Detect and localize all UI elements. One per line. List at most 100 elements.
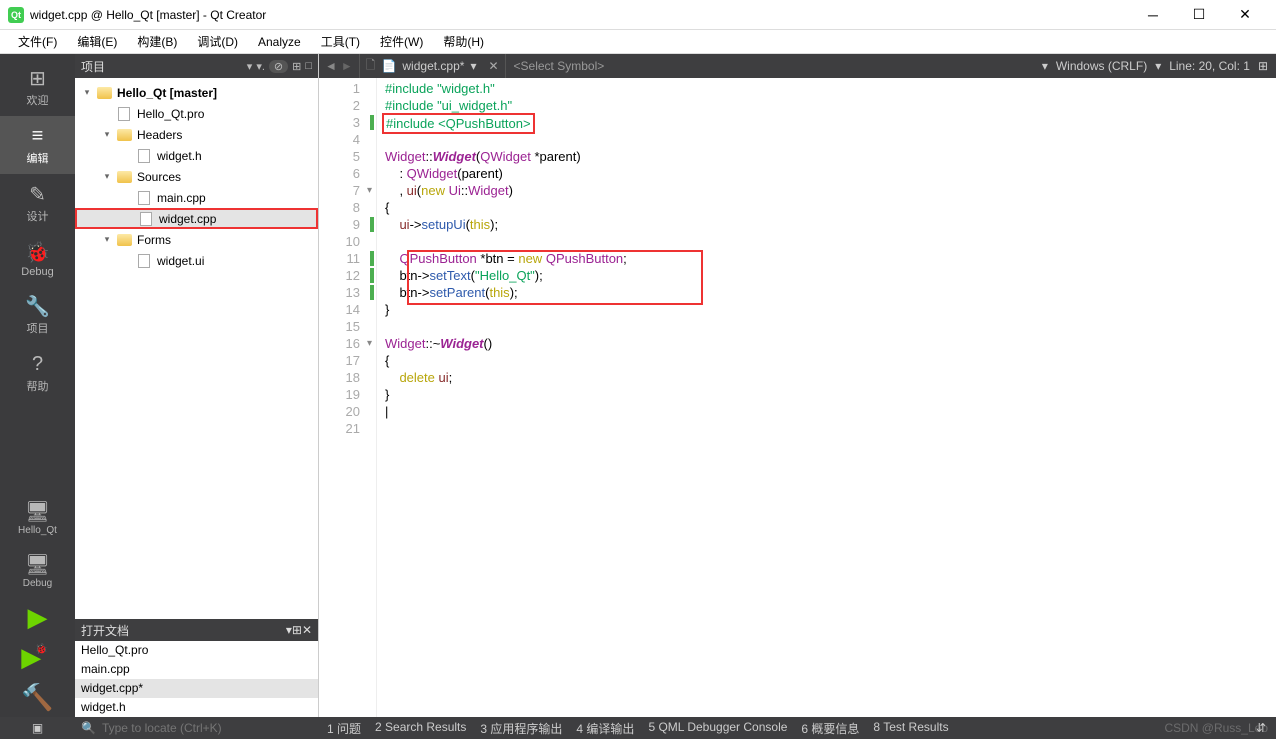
line-number[interactable]: 21 [319, 420, 360, 437]
code-line[interactable]: btn->setText("Hello_Qt"); [385, 267, 627, 284]
code-line[interactable] [385, 233, 627, 250]
file-dropdown-icon[interactable]: ▾ [470, 59, 476, 73]
open-docs-list[interactable]: Hello_Qt.promain.cppwidget.cpp*widget.h [75, 641, 318, 717]
code-content[interactable]: #include "widget.h"#include "ui_widget.h… [377, 78, 627, 717]
menu-item[interactable]: Analyze [248, 35, 311, 49]
nav-fwd-icon[interactable]: ► [341, 59, 353, 73]
lock-icon[interactable]: 🗋 [366, 56, 376, 77]
line-number[interactable]: 14 [319, 301, 360, 318]
code-line[interactable]: { [385, 352, 627, 369]
add-icon[interactable]: ⊞ [292, 60, 301, 73]
line-gutter[interactable]: 123456789101112131415161718192021 [319, 78, 377, 717]
expand-icon[interactable]: ▾ [101, 171, 113, 182]
tree-node[interactable]: widget.cpp [75, 208, 318, 229]
tree-node[interactable]: widget.h [75, 145, 318, 166]
line-number[interactable]: 5 [319, 148, 360, 165]
output-tab[interactable]: 1 问题 [327, 720, 361, 737]
line-number[interactable]: 8 [319, 199, 360, 216]
output-toggle-icon[interactable]: ▣ [0, 721, 75, 735]
split-icon[interactable]: □ [305, 60, 312, 72]
code-line[interactable] [385, 318, 627, 335]
rail-action-3[interactable]: ▶🐞 [0, 637, 75, 677]
tree-node[interactable]: ▾Forms [75, 229, 318, 250]
add-icon[interactable]: ⊞ [292, 623, 302, 637]
rail-mode-编辑[interactable]: ≡编辑 [0, 116, 75, 174]
cursor-position[interactable]: Line: 20, Col: 1 [1169, 59, 1250, 73]
output-tab[interactable]: 6 概要信息 [801, 720, 859, 737]
code-line[interactable]: ui->setupUi(this); [385, 216, 627, 233]
line-number[interactable]: 13 [319, 284, 360, 301]
output-tab[interactable]: 5 QML Debugger Console [648, 720, 787, 737]
rail-action-4[interactable]: 🔨 [0, 677, 75, 717]
line-number[interactable]: 16 [319, 335, 360, 352]
code-line[interactable]: delete ui; [385, 369, 627, 386]
output-tab[interactable]: 3 应用程序输出 [480, 720, 562, 737]
rail-action-1[interactable]: 🖥Debug [0, 544, 75, 597]
code-line[interactable]: { [385, 199, 627, 216]
minimize-button[interactable]: ─ [1130, 0, 1176, 30]
rail-mode-欢迎[interactable]: ⊞欢迎 [0, 58, 75, 116]
code-line[interactable] [385, 420, 627, 437]
line-number[interactable]: 18 [319, 369, 360, 386]
link-icon[interactable]: ⊘ [269, 60, 288, 73]
rail-mode-帮助[interactable]: ?帮助 [0, 344, 75, 402]
locator-input[interactable] [102, 721, 313, 735]
locator[interactable]: 🔍 [75, 721, 319, 735]
code-line[interactable]: } [385, 301, 627, 318]
code-line[interactable]: , ui(new Ui::Widget) [385, 182, 627, 199]
split-editor-icon[interactable]: ⊞ [1258, 59, 1268, 73]
dropdown-icon[interactable]: ▾ [247, 60, 253, 73]
rail-action-2[interactable]: ▶ [0, 597, 75, 637]
line-number[interactable]: 4 [319, 131, 360, 148]
menu-item[interactable]: 编辑(E) [67, 33, 127, 50]
encoding-dropdown-icon[interactable]: ▾ [1155, 59, 1161, 73]
code-line[interactable]: } [385, 386, 627, 403]
code-line[interactable]: : QWidget(parent) [385, 165, 627, 182]
line-number[interactable]: 6 [319, 165, 360, 182]
line-number[interactable]: 2 [319, 97, 360, 114]
menu-item[interactable]: 构建(B) [127, 33, 187, 50]
maximize-button[interactable]: ☐ [1176, 0, 1222, 30]
rail-mode-设计[interactable]: ✎设计 [0, 174, 75, 232]
rail-mode-项目[interactable]: 🔧项目 [0, 286, 75, 344]
output-tab[interactable]: 8 Test Results [873, 720, 948, 737]
tree-node[interactable]: ▾Headers [75, 124, 318, 145]
line-number[interactable]: 1 [319, 80, 360, 97]
close-panel-icon[interactable]: ✕ [302, 623, 312, 637]
expand-icon[interactable]: ▾ [81, 87, 93, 98]
menu-item[interactable]: 工具(T) [311, 33, 370, 50]
open-doc-item[interactable]: main.cpp [75, 660, 318, 679]
menu-item[interactable]: 调试(D) [187, 33, 248, 50]
line-number[interactable]: 9 [319, 216, 360, 233]
line-number[interactable]: 10 [319, 233, 360, 250]
code-line[interactable]: Widget::Widget(QWidget *parent) [385, 148, 627, 165]
code-line[interactable]: QPushButton *btn = new QPushButton; [385, 250, 627, 267]
menu-item[interactable]: 帮助(H) [433, 33, 494, 50]
open-doc-item[interactable]: widget.cpp* [75, 679, 318, 698]
close-button[interactable]: ✕ [1222, 0, 1268, 30]
nav-back-icon[interactable]: ◄ [325, 59, 337, 73]
line-number[interactable]: 11 [319, 250, 360, 267]
menu-item[interactable]: 文件(F) [8, 33, 67, 50]
code-line[interactable]: #include "widget.h" [385, 80, 627, 97]
output-tab[interactable]: 4 编译输出 [576, 720, 634, 737]
code-line[interactable]: Widget::~Widget() [385, 335, 627, 352]
line-number[interactable]: 15 [319, 318, 360, 335]
rail-mode-Debug[interactable]: 🐞Debug [0, 232, 75, 286]
open-doc-item[interactable]: Hello_Qt.pro [75, 641, 318, 660]
tree-node[interactable]: Hello_Qt.pro [75, 103, 318, 124]
rail-action-0[interactable]: 🖥Hello_Qt [0, 491, 75, 544]
line-number[interactable]: 7 [319, 182, 360, 199]
symbol-dropdown-icon[interactable]: ▾ [1042, 59, 1048, 73]
code-line[interactable]: btn->setParent(this); [385, 284, 627, 301]
line-number[interactable]: 19 [319, 386, 360, 403]
code-line[interactable]: #include "ui_widget.h" [385, 97, 627, 114]
expand-icon[interactable]: ▾ [101, 129, 113, 140]
tree-node[interactable]: ▾Sources [75, 166, 318, 187]
close-file-icon[interactable]: ✕ [482, 59, 504, 73]
line-number[interactable]: 17 [319, 352, 360, 369]
output-tab[interactable]: 2 Search Results [375, 720, 466, 737]
symbol-selector[interactable]: <Select Symbol> [506, 59, 613, 73]
filter-icon[interactable]: ▾. [256, 60, 265, 73]
line-number[interactable]: 20 [319, 403, 360, 420]
